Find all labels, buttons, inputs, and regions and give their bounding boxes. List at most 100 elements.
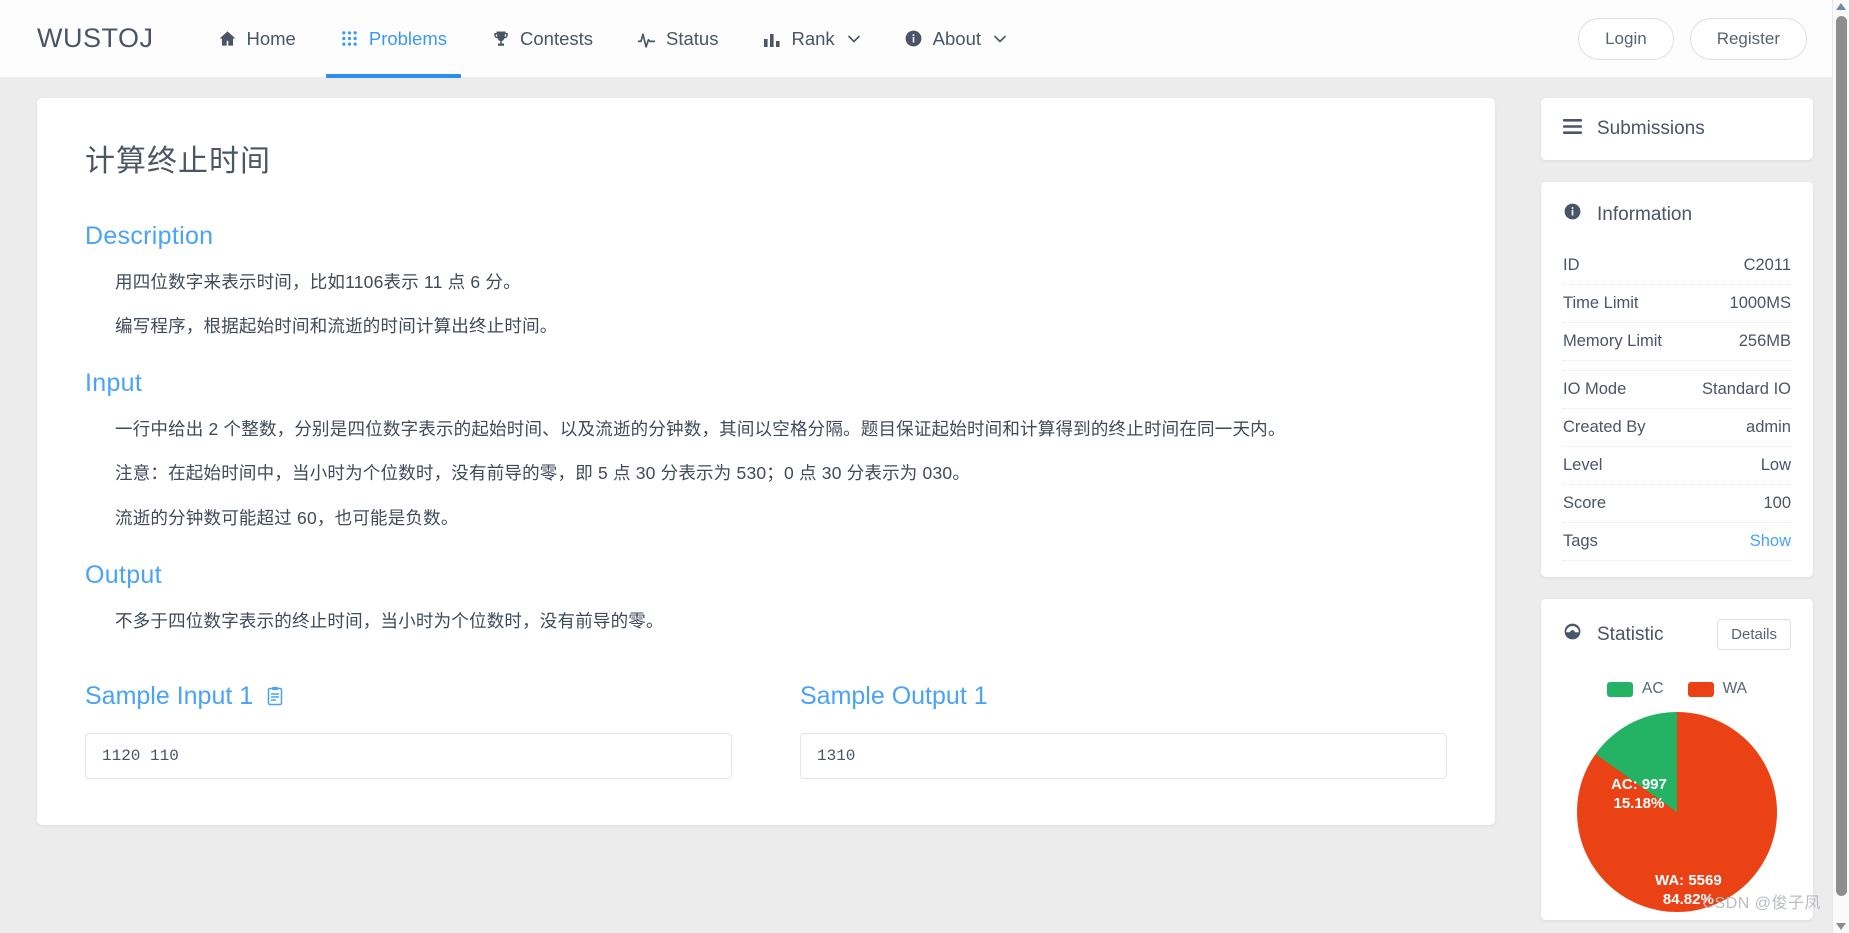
paragraph: 不多于四位数字表示的终止时间，当小时为个位数时，没有前导的零。 xyxy=(115,610,664,631)
top-navbar: WUSTOJ Home Problems Contests Status Ran… xyxy=(0,0,1849,78)
nav-label-contests: Contests xyxy=(520,27,594,49)
section-heading: Description xyxy=(85,222,214,250)
submissions-header: Submissions xyxy=(1541,98,1813,160)
sample-input-label: Sample Input 1 xyxy=(85,681,254,710)
info-label: Time Limit xyxy=(1563,294,1639,312)
sample-output-block: Sample Output 1 1310 xyxy=(800,682,1447,779)
pulse-icon xyxy=(637,29,656,48)
section-heading: Output xyxy=(85,560,162,589)
statistic-header: Statistic Details xyxy=(1541,599,1813,670)
info-row-spacer xyxy=(1563,361,1791,371)
pie-slice-label-wa: WA: 5569 84.82% xyxy=(1655,872,1722,910)
trophy-icon xyxy=(491,29,510,48)
info-circle-icon xyxy=(1563,202,1582,227)
paragraph: 流逝的分钟数可能超过 60，也可能是负数。 xyxy=(115,507,459,528)
info-row: IO Mode Standard IO xyxy=(1563,371,1791,409)
nav-label-home: Home xyxy=(246,27,296,49)
legend-item-wa[interactable]: WA xyxy=(1687,680,1747,698)
vertical-scrollbar[interactable] xyxy=(1832,0,1849,933)
info-label: Tags xyxy=(1563,532,1598,550)
sample-output-content: 1310 xyxy=(800,732,1447,779)
section-body: 不多于四位数字表示的终止时间，当小时为个位数时，没有前导的零。 xyxy=(115,604,1447,638)
section-description: Description 用四位数字来表示时间，比如1106表示 11 点 6 分… xyxy=(85,222,1447,343)
scroll-up-arrow-icon[interactable] xyxy=(1836,3,1846,10)
info-label: Level xyxy=(1563,456,1603,474)
sample-input-heading: Sample Input 1 xyxy=(85,682,732,711)
info-row: Time Limit 1000MS xyxy=(1563,285,1791,323)
info-value: C2011 xyxy=(1743,256,1791,274)
info-value: admin xyxy=(1746,418,1791,436)
info-value: 1000MS xyxy=(1729,294,1791,312)
information-panel: Information ID C2011 Time Limit 1000MS M… xyxy=(1541,182,1813,577)
submissions-label: Submissions xyxy=(1597,118,1705,139)
site-brand[interactable]: WUSTOJ xyxy=(37,23,154,54)
legend-label-wa: WA xyxy=(1722,680,1747,697)
nav-links: Home Problems Contests Status Rank About xyxy=(196,0,1029,78)
paragraph: 注意：在起始时间中，当小时为个位数时，没有前导的零，即 5 点 30 分表示为 … xyxy=(115,463,971,484)
info-value: 256MB xyxy=(1738,332,1791,350)
nav-label-status: Status xyxy=(666,27,719,49)
chevron-down-icon xyxy=(847,35,860,43)
nav-label-problems: Problems xyxy=(368,27,447,49)
details-button[interactable]: Details xyxy=(1717,619,1791,650)
nav-item-about[interactable]: About xyxy=(882,0,1028,78)
info-label: Score xyxy=(1563,494,1607,512)
pie-wa-count: WA: 5569 xyxy=(1655,872,1722,889)
nav-label-about: About xyxy=(932,27,982,49)
pie-wa-percent: 84.82% xyxy=(1662,890,1714,908)
page-body: 计算终止时间 Description 用四位数字来表示时间，比如1106表示 1… xyxy=(0,78,1849,933)
pie-chart: AC: 997 15.18% WA: 5569 84.82% xyxy=(1541,712,1813,920)
sidebar: Submissions Information ID C2011 Time Li… xyxy=(1541,98,1813,933)
legend-swatch-wa xyxy=(1687,681,1714,697)
statistic-label: Statistic xyxy=(1597,623,1664,645)
home-icon xyxy=(218,29,237,48)
nav-item-status[interactable]: Status xyxy=(615,0,740,78)
grid-icon xyxy=(340,29,359,48)
sample-input-block: Sample Input 1 1120 110 xyxy=(85,682,732,779)
submissions-panel[interactable]: Submissions xyxy=(1541,98,1813,160)
clipboard-icon[interactable] xyxy=(266,686,284,706)
information-label: Information xyxy=(1597,203,1693,225)
tags-show-link[interactable]: Show xyxy=(1750,532,1791,551)
legend-item-ac[interactable]: AC xyxy=(1607,680,1664,698)
info-row: Score 100 xyxy=(1563,485,1791,523)
samples-row: Sample Input 1 1120 110 Sample Output 1 … xyxy=(85,682,1447,779)
chevron-down-icon xyxy=(994,35,1006,43)
nav-item-rank[interactable]: Rank xyxy=(740,0,881,78)
pie-chart-circle[interactable]: AC: 997 15.18% WA: 5569 84.82% xyxy=(1577,712,1777,912)
paragraph: 编写程序，根据起始时间和流逝的时间计算出终止时间。 xyxy=(115,316,558,337)
info-label: IO Mode xyxy=(1563,380,1627,398)
scrollbar-thumb[interactable] xyxy=(1836,16,1847,896)
problem-card: 计算终止时间 Description 用四位数字来表示时间，比如1106表示 1… xyxy=(37,98,1495,825)
login-button[interactable]: Login xyxy=(1578,17,1674,60)
information-header: Information xyxy=(1541,182,1813,247)
nav-item-contests[interactable]: Contests xyxy=(469,0,615,78)
section-heading: Input xyxy=(85,369,143,398)
statistic-panel: Statistic Details AC WA AC: 997 15.18% W… xyxy=(1541,599,1813,920)
section-input: Input 一行中给出 2 个整数，分别是四位数字表示的起始时间、以及流逝的分钟… xyxy=(85,369,1447,534)
statistic-title-group: Statistic xyxy=(1563,622,1664,647)
bar-chart-icon xyxy=(762,29,781,48)
register-button[interactable]: Register xyxy=(1689,17,1807,60)
info-label: Memory Limit xyxy=(1563,332,1663,350)
info-row: Created By admin xyxy=(1563,409,1791,447)
paragraph: 一行中给出 2 个整数，分别是四位数字表示的起始时间、以及流逝的分钟数，其间以空… xyxy=(115,419,1286,440)
chart-legend: AC WA xyxy=(1541,680,1813,698)
pie-ac-percent: 15.18% xyxy=(1613,794,1665,812)
app-root: WUSTOJ Home Problems Contests Status Ran… xyxy=(0,0,1849,933)
section-body: 一行中给出 2 个整数，分别是四位数字表示的起始时间、以及流逝的分钟数，其间以空… xyxy=(115,412,1447,534)
auth-buttons: Login Register xyxy=(1578,17,1807,60)
scroll-down-arrow-icon[interactable] xyxy=(1836,923,1846,930)
sample-input-content: 1120 110 xyxy=(85,732,732,779)
nav-item-problems[interactable]: Problems xyxy=(318,0,469,78)
nav-label-rank: Rank xyxy=(791,27,835,49)
legend-label-ac: AC xyxy=(1642,680,1664,697)
nav-item-home[interactable]: Home xyxy=(196,0,318,78)
pie-ac-count: AC: 997 xyxy=(1611,776,1667,793)
list-icon xyxy=(1563,118,1582,140)
paragraph: 用四位数字来表示时间，比如1106表示 11 点 6 分。 xyxy=(115,272,521,292)
information-list: ID C2011 Time Limit 1000MS Memory Limit … xyxy=(1541,247,1813,577)
info-row: ID C2011 xyxy=(1563,247,1791,285)
sample-output-heading: Sample Output 1 xyxy=(800,682,1447,711)
info-value: Standard IO xyxy=(1702,380,1791,398)
